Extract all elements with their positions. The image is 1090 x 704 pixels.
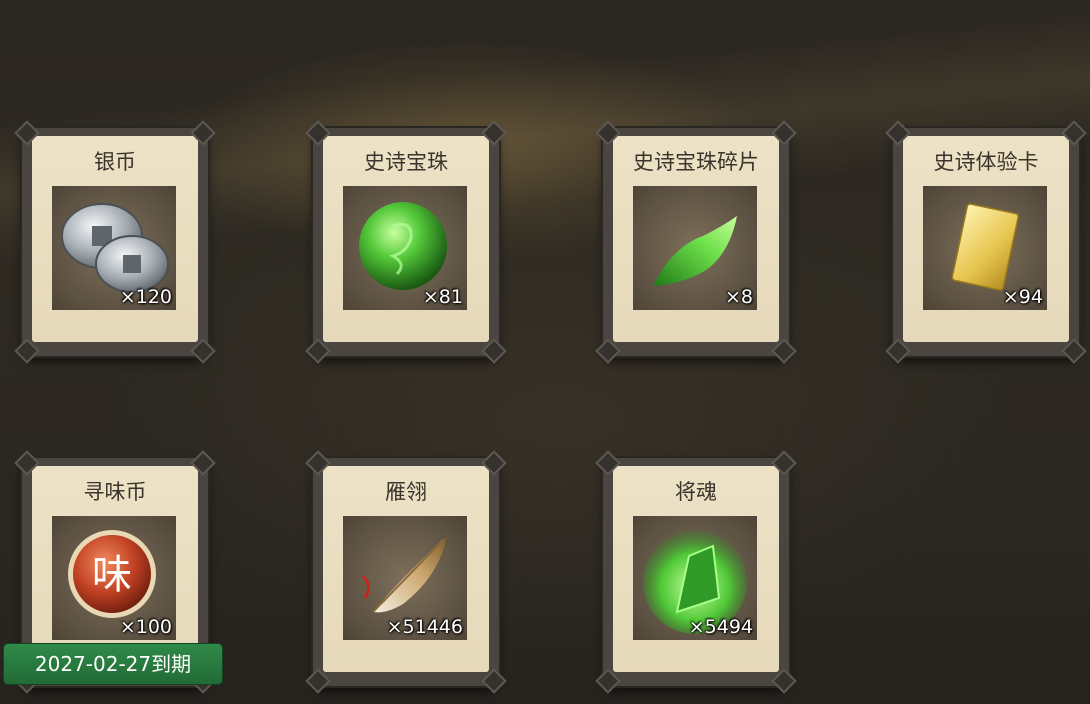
card-corner xyxy=(595,338,621,364)
card-corner xyxy=(885,338,911,364)
item-quantity: ×81 xyxy=(422,286,463,308)
item-quantity: ×94 xyxy=(1002,286,1043,308)
item-quantity: ×120 xyxy=(119,286,172,308)
item-quantity: ×100 xyxy=(119,616,172,638)
item-card-epic-trial[interactable]: 史诗体验卡 ×94 xyxy=(885,120,1087,364)
red-coin-glyph: 味 xyxy=(92,552,132,598)
item-slot: ×8 xyxy=(633,186,757,310)
item-name: 史诗宝珠 xyxy=(364,150,448,174)
item-slot: ×51446 xyxy=(343,516,467,640)
item-name: 史诗宝珠碎片 xyxy=(633,150,759,174)
card-corner xyxy=(771,338,797,364)
item-card-epic-orb[interactable]: 史诗宝珠 ×81 xyxy=(305,120,507,364)
item-name: 雁翎 xyxy=(385,480,427,504)
card-corner xyxy=(305,668,331,694)
item-slot: ×81 xyxy=(343,186,467,310)
item-name: 史诗体验卡 xyxy=(933,150,1039,174)
item-name: 将魂 xyxy=(675,480,717,504)
item-name: 寻味币 xyxy=(83,480,147,504)
item-slot: ×5494 xyxy=(633,516,757,640)
item-quantity: ×8 xyxy=(724,286,753,308)
card-corner xyxy=(481,668,507,694)
item-card-silver[interactable]: 银币 ×120 xyxy=(14,120,216,364)
item-quantity: ×5494 xyxy=(688,616,753,638)
item-slot: ×120 xyxy=(52,186,176,310)
card-corner xyxy=(305,338,331,364)
expiry-badge: 2027-02-27到期 xyxy=(4,644,222,684)
card-corner xyxy=(481,338,507,364)
item-name: 银币 xyxy=(94,150,136,174)
item-card-feather[interactable]: 雁翎 ×51446 xyxy=(305,450,507,694)
card-corner xyxy=(190,338,216,364)
card-corner xyxy=(595,668,621,694)
card-corner xyxy=(14,338,40,364)
item-card-epic-orb-shard[interactable]: 史诗宝珠碎片 ×8 xyxy=(595,120,797,364)
item-card-general-soul[interactable]: 将魂 ×5494 xyxy=(595,450,797,694)
item-slot: 味 ×100 xyxy=(52,516,176,640)
card-corner xyxy=(1061,338,1087,364)
card-corner xyxy=(771,668,797,694)
item-quantity: ×51446 xyxy=(386,616,463,638)
item-slot: ×94 xyxy=(923,186,1047,310)
